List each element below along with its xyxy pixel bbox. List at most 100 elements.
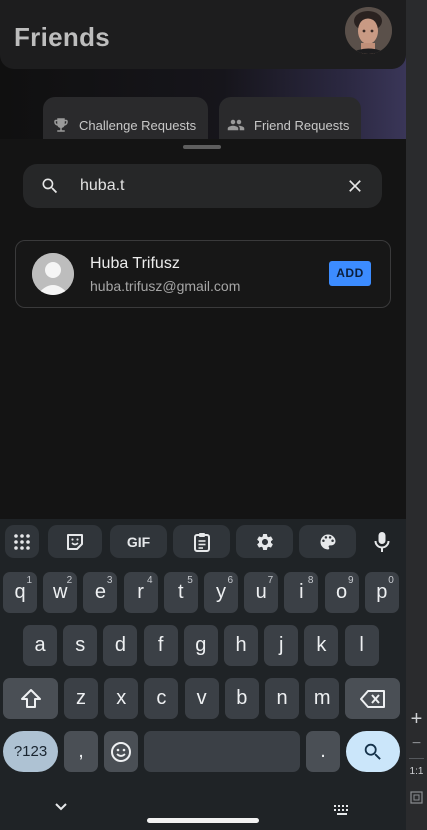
tab-challenge-requests[interactable]: Challenge Requests xyxy=(43,97,208,139)
key-label: d xyxy=(114,634,126,656)
key-t[interactable]: t5 xyxy=(163,572,198,613)
key-alt-digit: 7 xyxy=(267,575,274,586)
key-label: h xyxy=(235,634,247,656)
space-key[interactable] xyxy=(144,731,300,772)
hide-keyboard-icon[interactable] xyxy=(54,802,68,812)
people-icon xyxy=(227,119,245,131)
key-f[interactable]: f xyxy=(143,625,178,666)
key-l[interactable]: l xyxy=(344,625,379,666)
key-s[interactable]: s xyxy=(63,625,98,666)
key-b[interactable]: b xyxy=(224,678,259,719)
key-m[interactable]: m xyxy=(305,678,340,719)
comma-key[interactable]: , xyxy=(64,731,98,772)
tab-label: Friend Requests xyxy=(254,118,350,133)
close-icon[interactable] xyxy=(345,176,365,196)
key-label: t xyxy=(178,581,184,603)
zoom-out-button[interactable]: − xyxy=(406,735,427,753)
key-label: e xyxy=(94,581,106,603)
key-alt-digit: 3 xyxy=(106,575,113,586)
apps-grid-icon xyxy=(14,533,30,550)
sticker-button[interactable] xyxy=(48,525,102,558)
fit-screen-button[interactable] xyxy=(406,791,427,807)
key-label: f xyxy=(157,634,164,656)
key-label: p xyxy=(376,581,388,603)
key-alt-digit: 4 xyxy=(147,575,153,586)
drag-handle[interactable] xyxy=(183,145,221,149)
shift-icon xyxy=(20,689,41,708)
period-key[interactable]: . xyxy=(306,731,340,772)
key-v[interactable]: v xyxy=(184,678,219,719)
key-label: z xyxy=(76,687,86,709)
key-h[interactable]: h xyxy=(224,625,258,666)
key-g[interactable]: g xyxy=(183,625,218,666)
emoji-icon xyxy=(111,742,131,762)
key-o[interactable]: o9 xyxy=(324,572,359,613)
search-result-item: Huba Trifusz huba.trifusz@gmail.com ADD xyxy=(15,240,391,308)
search-icon xyxy=(364,743,381,760)
search-input[interactable]: huba.t xyxy=(23,164,382,208)
divider xyxy=(409,758,424,759)
page-title: Friends xyxy=(14,22,111,52)
search-query[interactable]: huba.t xyxy=(80,177,124,195)
key-u[interactable]: u7 xyxy=(244,572,279,613)
key-label: x xyxy=(116,687,127,709)
clipboard-button[interactable] xyxy=(173,525,230,558)
key-e[interactable]: e3 xyxy=(83,572,118,613)
search-action-key[interactable] xyxy=(346,731,400,772)
key-a[interactable]: a xyxy=(23,625,57,666)
emoji-key[interactable] xyxy=(104,731,138,772)
key-z[interactable]: z xyxy=(64,678,98,719)
actual-size-button[interactable]: 1:1 xyxy=(406,766,427,777)
home-indicator[interactable] xyxy=(147,818,259,823)
zoom-in-button[interactable]: + xyxy=(406,708,427,731)
key-label: b xyxy=(236,687,248,709)
sticker-icon xyxy=(67,533,83,550)
profile-avatar[interactable] xyxy=(345,7,392,54)
key-c[interactable]: c xyxy=(144,678,179,719)
key-label: s xyxy=(75,634,86,656)
tab-friend-requests[interactable]: Friend Requests xyxy=(219,97,361,139)
fit-screen-icon xyxy=(410,791,423,804)
gif-button[interactable]: GIF xyxy=(110,525,167,558)
clipboard-icon xyxy=(193,532,210,552)
shift-key[interactable] xyxy=(3,678,58,719)
key-x[interactable]: x xyxy=(104,678,139,719)
key-alt-digit: 8 xyxy=(307,575,314,586)
palette-icon xyxy=(320,534,335,549)
key-label: r xyxy=(137,581,144,603)
key-alt-digit: 5 xyxy=(187,575,193,586)
key-label: w xyxy=(52,581,68,603)
trophy-icon xyxy=(54,118,68,132)
keyboard-switch-icon[interactable] xyxy=(333,804,351,816)
key-label: u xyxy=(255,581,267,603)
key-alt-digit: 9 xyxy=(348,575,354,586)
key-y[interactable]: y6 xyxy=(204,572,238,613)
backspace-key[interactable] xyxy=(345,678,400,719)
key-w[interactable]: w2 xyxy=(43,572,78,613)
voice-input-button[interactable] xyxy=(364,525,400,558)
theme-button[interactable] xyxy=(299,525,356,558)
user-avatar-placeholder xyxy=(32,253,74,295)
search-icon xyxy=(42,178,58,194)
key-label: i xyxy=(299,581,304,603)
symbols-key[interactable]: ?123 xyxy=(3,731,58,772)
key-i[interactable]: i8 xyxy=(284,572,319,613)
key-label: o xyxy=(336,581,348,603)
key-j[interactable]: j xyxy=(264,625,299,666)
key-label: v xyxy=(196,687,207,709)
settings-button[interactable] xyxy=(236,525,293,558)
key-k[interactable]: k xyxy=(304,625,339,666)
mic-icon xyxy=(374,531,390,552)
key-label: m xyxy=(313,687,331,709)
key-label: n xyxy=(276,687,288,709)
key-label: g xyxy=(195,634,207,656)
person-icon xyxy=(32,253,74,295)
key-q[interactable]: q1 xyxy=(3,572,37,613)
key-n[interactable]: n xyxy=(265,678,299,719)
apps-grid-button[interactable] xyxy=(5,525,39,558)
result-email: huba.trifusz@gmail.com xyxy=(90,278,241,294)
key-d[interactable]: d xyxy=(103,625,138,666)
key-p[interactable]: p0 xyxy=(364,572,399,613)
add-friend-button[interactable]: ADD xyxy=(329,261,371,286)
key-r[interactable]: r4 xyxy=(123,572,158,613)
